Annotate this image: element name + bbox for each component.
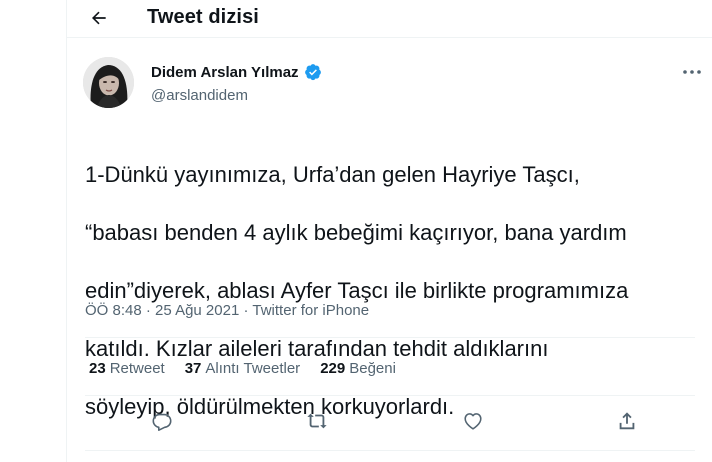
arrow-left-icon — [92, 11, 106, 25]
divider — [85, 450, 695, 451]
author-handle[interactable]: @arslandidem — [151, 87, 248, 104]
more-horizontal-icon — [683, 70, 701, 74]
tweet-date: 25 Ağu 2021 — [155, 302, 240, 319]
reply-button[interactable] — [149, 408, 175, 434]
retweet-icon — [307, 413, 327, 429]
like-count-link[interactable]: 229 Beğeni — [320, 360, 396, 377]
header: Tweet dizisi — [67, 0, 712, 38]
tweet-line: 1-Dünkü yayınımıza, Urfa’dan gelen Hayri… — [85, 162, 580, 187]
back-button[interactable] — [84, 3, 114, 33]
like-label: Beğeni — [349, 360, 396, 377]
quote-count-link[interactable]: 37 Alıntı Tweetler — [185, 360, 300, 377]
like-button[interactable] — [460, 408, 486, 434]
retweet-label: Retweet — [109, 360, 165, 377]
divider — [85, 337, 695, 338]
reply-icon — [152, 413, 172, 431]
profile-photo — [83, 57, 134, 108]
tweet-time: ÖÖ 8:48 — [85, 302, 142, 319]
action-bar — [67, 400, 712, 440]
avatar[interactable] — [83, 57, 134, 108]
more-options-button[interactable] — [679, 62, 705, 82]
like-count: 229 — [320, 360, 346, 377]
like-icon — [464, 413, 482, 430]
divider — [85, 395, 695, 396]
meta-separator: · — [145, 302, 151, 319]
tweet-line: katıldı. Kızlar aileleri tarafından tehd… — [85, 336, 549, 361]
tweet-meta: ÖÖ 8:48 · 25 Ağu 2021 · Twitter for iPho… — [85, 302, 369, 319]
share-button[interactable] — [614, 408, 640, 434]
page-title: Tweet dizisi — [147, 6, 259, 28]
tweet-line: edin”diyerek, ablası Ayfer Taşcı ile bir… — [85, 278, 629, 303]
retweet-button[interactable] — [304, 408, 330, 434]
tweet-stats: 23 Retweet 37 Alıntı Tweetler 229 Beğeni — [89, 360, 396, 377]
tweet-line: “babası benden 4 aylık bebeğimi kaçırıyo… — [85, 220, 627, 245]
tweet-column: Tweet dizisi Didem Arslan Yılmaz @arslan… — [66, 0, 712, 462]
meta-separator: · — [243, 302, 249, 319]
retweet-count: 23 — [89, 360, 106, 377]
verified-badge-icon — [304, 64, 321, 81]
quote-label: Alıntı Tweetler — [205, 360, 301, 377]
tweet-time-link[interactable]: ÖÖ 8:48 · 25 Ağu 2021 — [85, 302, 239, 319]
share-icon — [619, 412, 635, 430]
retweet-count-link[interactable]: 23 Retweet — [89, 360, 165, 377]
quote-count: 37 — [184, 360, 202, 377]
tweet-source-link[interactable]: Twitter for iPhone — [252, 302, 369, 319]
author-name-text: Didem Arslan Yılmaz — [151, 63, 299, 81]
author-name[interactable]: Didem Arslan Yılmaz — [151, 63, 322, 81]
